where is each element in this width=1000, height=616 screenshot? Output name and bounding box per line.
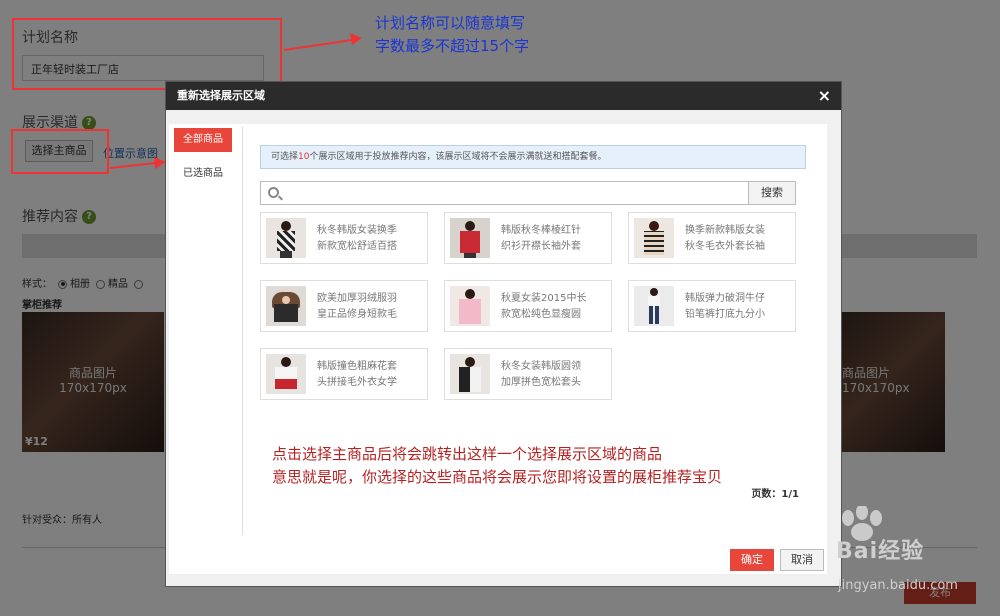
product-thumbnail — [450, 218, 490, 258]
product-title: 欧美加厚羽绒服羽 皇正品修身短款毛 — [317, 293, 397, 320]
confirm-button[interactable]: 确定 — [730, 549, 774, 571]
product-thumbnail — [266, 286, 306, 326]
product-title: 秋夏女装2015中长 款宽松纯色显瘦圆 — [501, 293, 587, 320]
annotation-red: 点击选择主商品后将会跳转出这样一个选择展示区域的商品 意思就是呢，你选择的这些商… — [272, 443, 722, 489]
modal-header: 重新选择展示区域 × — [166, 82, 841, 110]
product-card[interactable]: 换季新款韩版女装 秋冬毛衣外套长袖 — [628, 212, 796, 264]
watermark-brand: Bai经验 — [836, 539, 925, 564]
product-title: 秋冬女装韩版圆领 加厚拼色宽松套头 — [501, 361, 581, 388]
product-card[interactable]: 欧美加厚羽绒服羽 皇正品修身短款毛 — [260, 280, 428, 332]
product-thumbnail — [266, 354, 306, 394]
search-button[interactable]: 搜索 — [748, 181, 796, 205]
product-title: 秋冬韩版女装换季 新款宽松舒适百搭 — [317, 225, 397, 252]
product-thumbnail — [634, 286, 674, 326]
tab-selected-products[interactable]: 已选商品 — [174, 164, 232, 179]
select-area-modal: 重新选择展示区域 × 全部商品 已选商品 可选择10个展示区域用于投放推荐内容，… — [165, 81, 842, 587]
search-icon — [268, 187, 279, 198]
watermark-url: jingyan.baidu.com — [838, 578, 958, 593]
product-title: 韩版秋冬棒棱红针 织衫开襟长袖外套 — [501, 225, 581, 252]
product-card[interactable]: 秋夏女装2015中长 款宽松纯色显瘦圆 — [444, 280, 612, 332]
search-input[interactable] — [260, 181, 749, 205]
info-bar: 可选择10个展示区域用于投放推荐内容，该展示区域将不会展示满就送和搭配套餐。 — [260, 145, 806, 169]
product-thumbnail — [450, 354, 490, 394]
info-text: 可选择 — [271, 152, 299, 162]
annotation-red-line: 意思就是呢，你选择的这些商品将会展示您即将设置的展柜推荐宝贝 — [272, 468, 723, 486]
product-card[interactable]: 韩版弹力破洞牛仔 铅笔裤打底九分小 — [628, 280, 796, 332]
product-thumbnail — [266, 218, 306, 258]
close-icon[interactable]: × — [818, 82, 831, 110]
product-title: 换季新款韩版女装 秋冬毛衣外套长袖 — [685, 225, 765, 252]
product-card[interactable]: 秋冬女装韩版圆领 加厚拼色宽松套头 — [444, 348, 612, 400]
tab-all-products[interactable]: 全部商品 — [174, 128, 232, 152]
product-title: 韩版撞色粗麻花套 头拼接毛外衣女学 — [317, 361, 397, 388]
product-thumbnail — [450, 286, 490, 326]
annotation-red-line: 点击选择主商品后将会跳转出这样一个选择展示区域的商品 — [272, 445, 663, 463]
arrow-head-plan — [350, 33, 362, 45]
arrow-line-channel — [109, 162, 157, 169]
modal-body: 全部商品 已选商品 可选择10个展示区域用于投放推荐内容，该展示区域将不会展示满… — [169, 124, 827, 574]
modal-title: 重新选择展示区域 — [177, 89, 265, 102]
product-thumbnail — [634, 218, 674, 258]
product-title: 韩版弹力破洞牛仔 铅笔裤打底九分小 — [685, 293, 765, 320]
pager: 页数：1/1 — [751, 489, 799, 500]
product-card[interactable]: 秋冬韩版女装换季 新款宽松舒适百搭 — [260, 212, 428, 264]
arrow-line-plan — [283, 39, 353, 51]
product-card[interactable]: 韩版秋冬棒棱红针 织衫开襟长袖外套 — [444, 212, 612, 264]
product-card[interactable]: 韩版撞色粗麻花套 头拼接毛外衣女学 — [260, 348, 428, 400]
info-count: 10 — [298, 152, 310, 162]
info-text: 个展示区域用于投放推荐内容，该展示区域将不会展示满就送和搭配套餐。 — [309, 152, 607, 162]
